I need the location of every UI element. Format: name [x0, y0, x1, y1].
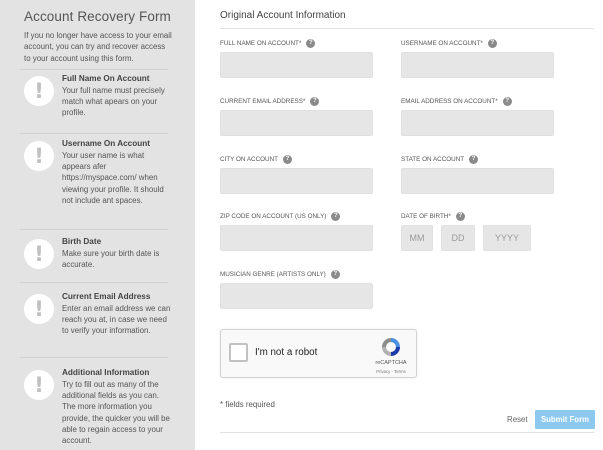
username-input[interactable]: [401, 52, 554, 78]
tip-body: Try to fill out as many of the additiona…: [62, 380, 170, 446]
divider: [20, 69, 168, 70]
state-label: State On Account ?: [401, 155, 479, 164]
tip-title: Username On Account: [62, 139, 150, 148]
tip-body: Your full name must precisely match what…: [62, 86, 165, 118]
help-icon[interactable]: ?: [455, 212, 465, 221]
full-name-input[interactable]: [220, 52, 373, 78]
help-icon[interactable]: ?: [306, 39, 316, 48]
dob-label: Date Of Birth* ?: [401, 212, 465, 221]
dob-year-input[interactable]: [483, 225, 531, 251]
help-icon[interactable]: ?: [469, 155, 479, 164]
city-input[interactable]: [220, 168, 373, 194]
current-email-input[interactable]: [220, 110, 373, 136]
sidebar-title: Account Recovery Form: [24, 9, 171, 24]
help-icon[interactable]: ?: [502, 97, 512, 106]
help-icon[interactable]: ?: [330, 270, 340, 279]
genre-input[interactable]: [220, 283, 373, 309]
email-on-account-label: Email Address On Account* ?: [401, 97, 512, 106]
label-text: Username On Account*: [401, 40, 483, 47]
current-email-label: Current Email Address* ?: [220, 97, 320, 106]
divider: [20, 133, 168, 134]
label-text: Full Name On Account*: [220, 40, 302, 47]
sidebar-intro: If you no longer have access to your ema…: [24, 31, 172, 63]
tip-body: Make sure your birth date is accurate.: [62, 249, 160, 270]
recaptcha-label: I'm not a robot: [255, 347, 318, 358]
exclamation-icon: !: [24, 76, 54, 106]
dob-day-input[interactable]: [441, 225, 475, 251]
required-note: * fields required: [220, 400, 275, 409]
label-text: Current Email Address*: [220, 98, 306, 105]
label-text: Email Address On Account*: [401, 98, 498, 105]
help-icon[interactable]: ?: [331, 212, 341, 221]
divider: [20, 282, 168, 283]
recaptcha-checkbox[interactable]: [229, 343, 248, 362]
email-on-account-input[interactable]: [401, 110, 554, 136]
state-input[interactable]: [401, 168, 554, 194]
recaptcha-logo-icon: [382, 338, 400, 356]
exclamation-icon: !: [24, 294, 54, 324]
tip-body: Enter an email address we can reach you …: [62, 304, 171, 336]
zip-label: Zip Code On Account (US Only) ?: [220, 212, 341, 221]
genre-label: Musician Genre (Artists Only) ?: [220, 270, 340, 279]
tip-title: Current Email Address: [62, 292, 151, 301]
label-text: Date Of Birth*: [401, 213, 451, 220]
label-text: State On Account: [401, 156, 465, 163]
zip-input[interactable]: [220, 225, 373, 251]
city-label: City On Account ?: [220, 155, 292, 164]
divider: [20, 357, 168, 358]
submit-button[interactable]: Submit Form: [535, 410, 595, 429]
exclamation-icon: !: [24, 239, 54, 269]
tip-title: Full Name On Account: [62, 74, 150, 83]
divider: [220, 28, 594, 29]
tip-body: Your user name is what appears afer http…: [62, 151, 164, 205]
help-icon[interactable]: ?: [487, 39, 497, 48]
label-text: City On Account: [220, 156, 278, 163]
username-label: Username On Account* ?: [401, 39, 497, 48]
divider: [220, 432, 594, 433]
label-text: Musician Genre (Artists Only): [220, 271, 326, 278]
tip-title: Birth Date: [62, 237, 102, 246]
help-icon[interactable]: ?: [310, 97, 320, 106]
recaptcha-links[interactable]: Privacy - Terms: [371, 369, 411, 374]
sidebar: Account Recovery Form If you no longer h…: [0, 0, 195, 450]
divider: [20, 229, 168, 230]
reset-button[interactable]: Reset: [507, 415, 528, 424]
recaptcha-widget: I'm not a robot reCAPTCHA Privacy - Term…: [220, 329, 417, 378]
label-text: Zip Code On Account (US Only): [220, 213, 327, 220]
exclamation-icon: !: [24, 370, 54, 400]
recaptcha-brand: reCAPTCHA: [375, 360, 407, 366]
help-icon[interactable]: ?: [282, 155, 292, 164]
full-name-label: Full Name On Account* ?: [220, 39, 316, 48]
dob-month-input[interactable]: [401, 225, 433, 251]
tip-title: Additional Information: [62, 368, 150, 377]
form-title: Original Account Information: [220, 10, 346, 21]
exclamation-icon: !: [24, 141, 54, 171]
